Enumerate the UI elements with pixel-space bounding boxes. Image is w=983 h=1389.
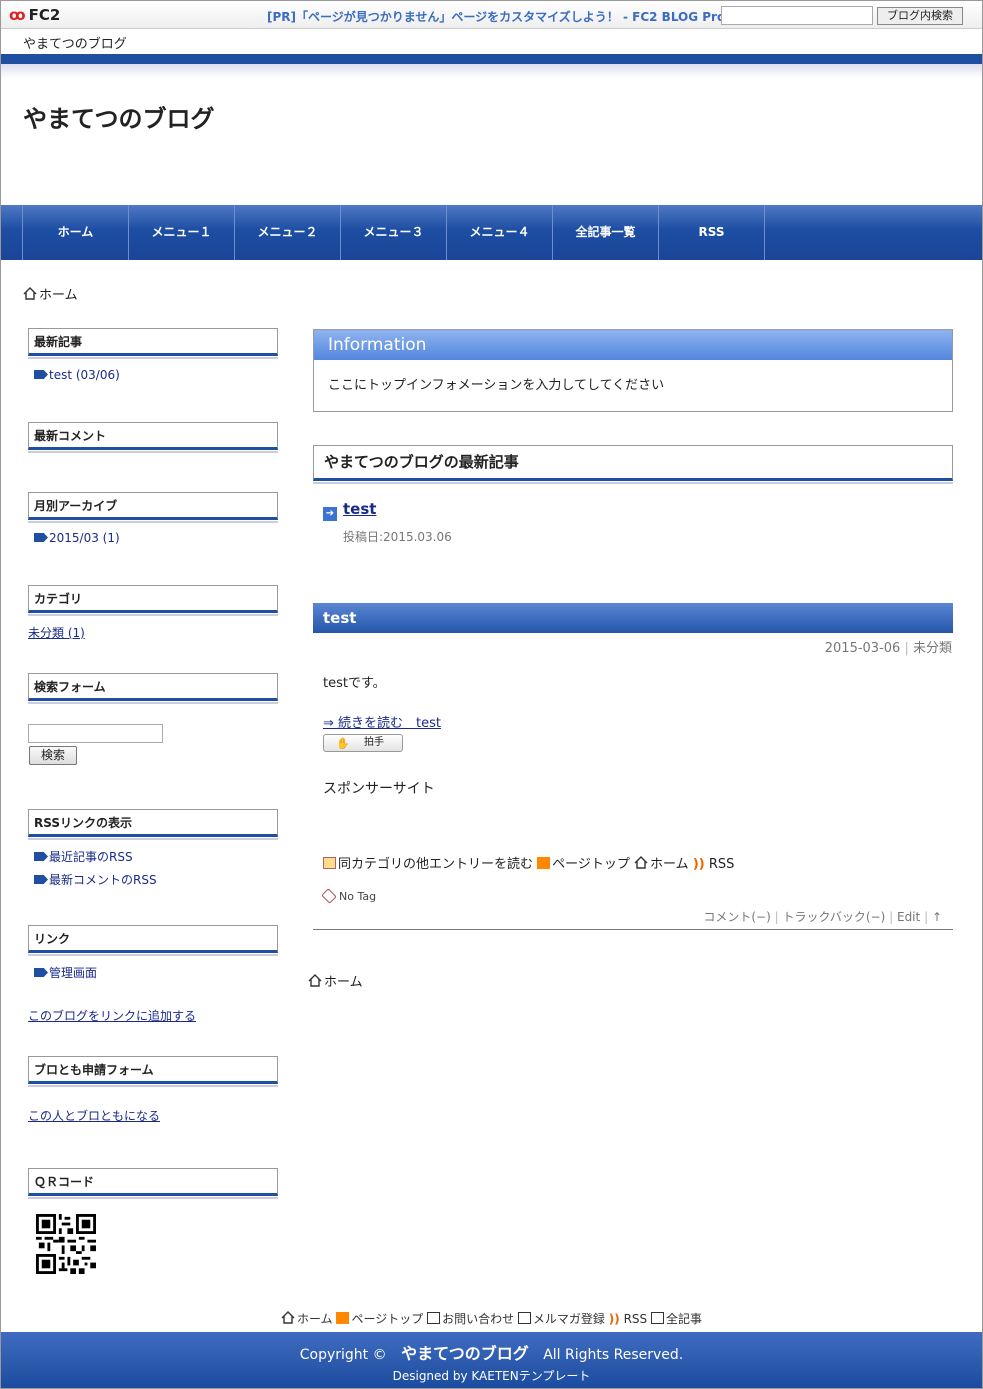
entry-nav-pagetop[interactable]: ページトップ <box>537 857 630 872</box>
sidebar-search-input[interactable] <box>28 724 163 743</box>
sidebar-item-rss-comments[interactable]: 最新コメントのRSS <box>34 871 157 888</box>
edit-link[interactable]: Edit <box>897 910 920 924</box>
bullet-arrow-icon <box>34 370 48 379</box>
bullet-arrow-icon <box>34 852 48 861</box>
nav-divider <box>764 205 765 260</box>
site-footer: Copyright © やまてつのブログ All Rights Reserved… <box>1 1332 982 1388</box>
sidebar-heading-categories: カテゴリ <box>28 585 278 616</box>
blog-title[interactable]: やまてつのブログ <box>23 99 215 134</box>
global-nav: ホーム メニュー１ メニュー２ メニュー３ メニュー４ 全記事一覧 RSS <box>1 205 982 260</box>
rss-icon: )) <box>608 1312 620 1326</box>
nav-item-menu4[interactable]: メニュー４ <box>446 205 552 260</box>
bullet-arrow-icon <box>34 533 48 542</box>
sidebar-item-category[interactable]: 未分類 (1) <box>28 624 85 641</box>
folder-open-icon <box>323 857 336 869</box>
header-stripe <box>1 54 982 64</box>
bottom-link-rss[interactable]: )) RSS <box>609 1312 647 1326</box>
nav-item-menu2[interactable]: メニュー２ <box>234 205 340 260</box>
fc2-search-button[interactable]: ブログ内検索 <box>877 7 963 25</box>
sidebar-heading-links: リンク <box>28 925 278 956</box>
home-icon <box>308 974 322 987</box>
bottom-link-newsletter[interactable]: メルマガ登録 <box>517 1312 605 1326</box>
document-icon <box>650 1312 664 1324</box>
header-shade <box>1 64 982 78</box>
bottom-link-contact[interactable]: お問い合わせ <box>427 1312 514 1326</box>
sidebar-heading-rss: RSSリンクの表示 <box>28 809 278 840</box>
home-icon <box>23 287 37 300</box>
entry-divider <box>313 929 953 930</box>
sidebar-heading-archives: 月別アーカイブ <box>28 492 278 523</box>
designed-by[interactable]: Designed by KAETENテンプレート <box>1 1367 982 1384</box>
sidebar-heading-recent-entries: 最新記事 <box>28 328 278 359</box>
breadcrumb[interactable]: ホーム <box>23 284 78 303</box>
entry-nav: 同カテゴリの他エントリーを読む ページトップ ホーム )) RSS <box>323 853 734 872</box>
qr-code-image <box>36 1214 96 1274</box>
nav-item-home[interactable]: ホーム <box>22 205 128 260</box>
nav-item-rss[interactable]: RSS <box>658 205 764 260</box>
add-link-link[interactable]: このブログをリンクに追加する <box>28 1007 196 1024</box>
subbar <box>1 30 982 54</box>
entry-nav-rss[interactable]: )) RSS <box>693 857 735 872</box>
bottom-link-home[interactable]: ホーム <box>281 1311 333 1326</box>
clap-hands-icon: ✋ <box>336 737 350 750</box>
copyright-line: Copyright © やまてつのブログ All Rights Reserved… <box>299 1344 684 1363</box>
entry-nav-other[interactable]: 同カテゴリの他エントリーを読む <box>323 857 533 872</box>
sidebar-item-recent-entry[interactable]: test (03/06) <box>34 368 120 382</box>
sidebar-heading-friend: ブロとも申請フォーム <box>28 1056 278 1087</box>
information-box: Information ここにトップインフォメーションを入力してしてください <box>313 329 953 412</box>
information-text: ここにトップインフォメーションを入力してしてください <box>328 378 665 393</box>
sidebar-heading-search: 検索フォーム <box>28 673 278 704</box>
entry-title[interactable]: test <box>313 603 953 633</box>
friend-request-link[interactable]: この人とブロともになる <box>28 1107 160 1124</box>
nav-item-menu3[interactable]: メニュー３ <box>340 205 446 260</box>
clap-button[interactable]: ✋ 拍手 <box>323 734 403 752</box>
nav-item-all-entries[interactable]: 全記事一覧 <box>552 205 658 260</box>
entry-meta: 2015-03-06 | 未分類 <box>824 641 952 656</box>
read-more-link[interactable]: ⇒ 続きを読む test <box>323 712 441 731</box>
fc2-logo[interactable]: ꝏ FC2 <box>9 6 60 24</box>
page-top-icon <box>336 1312 350 1324</box>
page-top-icon <box>537 857 551 869</box>
home-icon <box>281 1311 295 1324</box>
sidebar-item-archive[interactable]: 2015/03 (1) <box>34 531 120 545</box>
sidebar-heading-qr: ＱＲコード <box>28 1168 278 1199</box>
entry-category[interactable]: 未分類 <box>913 641 952 656</box>
arrow-right-icon: ➔ <box>323 507 337 521</box>
sidebar-heading-recent-comments: 最新コメント <box>28 422 278 453</box>
bullet-arrow-icon <box>34 968 48 977</box>
sidebar-search-button[interactable]: 検索 <box>29 746 77 765</box>
entry-body: testです。 <box>323 676 386 691</box>
footer-blog-name[interactable]: やまてつのブログ <box>401 1344 529 1363</box>
up-link[interactable]: ↑ <box>932 910 942 924</box>
entry-tags: No Tag <box>321 888 376 904</box>
sponsor-text: スポンサーサイト <box>323 781 435 797</box>
latest-entry-link[interactable]: ➔ test <box>323 500 376 521</box>
bullet-arrow-icon <box>34 875 48 884</box>
bottom-link-pagetop[interactable]: ページトップ <box>336 1312 423 1326</box>
tag-icon <box>321 888 337 904</box>
entry-nav-home[interactable]: ホーム <box>634 856 689 872</box>
bottom-links: ホーム ページトップ お問い合わせ メルマガ登録 )) RSS 全記事 <box>1 1310 982 1327</box>
breadcrumb-bottom[interactable]: ホーム <box>308 971 363 990</box>
rss-icon: )) <box>692 857 705 872</box>
fc2-fox-icon: ꝏ <box>9 6 26 24</box>
comment-link[interactable]: コメント(−) <box>703 910 770 924</box>
latest-entries-heading: やまてつのブログの最新記事 <box>313 445 953 484</box>
entry-footer-links: コメント(−) | トラックバック(−) | Edit | ↑ <box>703 910 942 924</box>
trackback-link[interactable]: トラックバック(−) <box>782 910 885 924</box>
book-icon <box>517 1312 531 1324</box>
fc2-blog-name[interactable]: やまてつのブログ <box>23 33 127 52</box>
information-heading: Information <box>314 330 952 360</box>
sidebar-item-admin[interactable]: 管理画面 <box>34 964 97 981</box>
fc2-search-input[interactable] <box>721 6 873 25</box>
latest-entry-date: 投稿日:2015.03.06 <box>343 530 452 544</box>
mail-icon <box>427 1312 441 1324</box>
home-icon <box>634 856 648 869</box>
entry-date: 2015-03-06 <box>824 641 901 656</box>
sidebar-item-rss-entries[interactable]: 最近記事のRSS <box>34 848 133 865</box>
nav-item-menu1[interactable]: メニュー１ <box>128 205 234 260</box>
pr-link[interactable]: [PR]「ページが見つかりません」ページをカスタマイズしよう！ - FC2 BL… <box>267 8 725 25</box>
bottom-link-all[interactable]: 全記事 <box>650 1312 702 1326</box>
